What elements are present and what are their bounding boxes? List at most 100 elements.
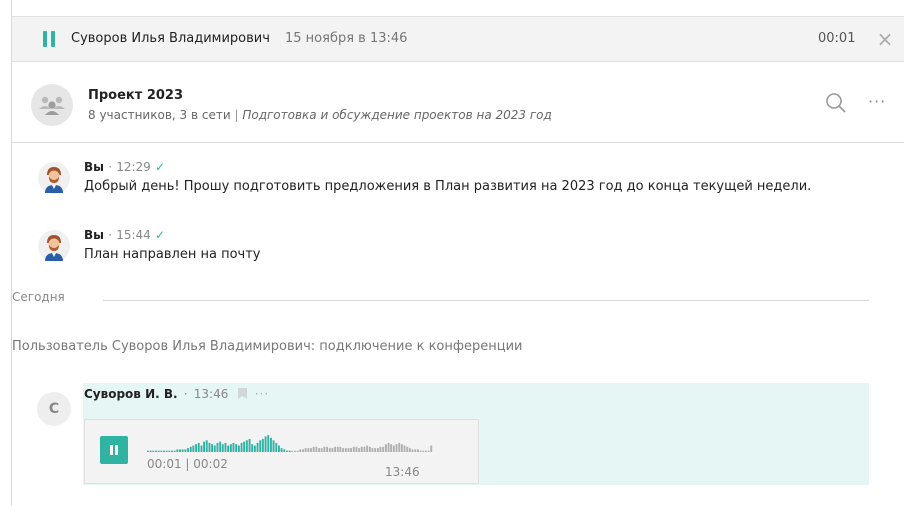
waveform-bar bbox=[331, 448, 334, 452]
message-time: 13:46 bbox=[193, 387, 229, 401]
waveform-bar bbox=[224, 442, 227, 452]
chat-window: Суворов Илья Владимирович 15 ноября в 13… bbox=[11, 0, 904, 506]
voice-player-bar: Суворов Илья Владимирович 15 ноября в 13… bbox=[12, 16, 904, 62]
day-separator: Сегодня bbox=[12, 290, 872, 308]
waveform-bar bbox=[235, 444, 238, 452]
waveform-bar bbox=[291, 450, 294, 452]
check-icon: ✓ bbox=[154, 160, 166, 174]
waveform-bar bbox=[422, 450, 425, 452]
chat-header: Проект 2023 8 участников, 3 в сети | Под… bbox=[12, 63, 904, 143]
waveform-bar bbox=[155, 450, 157, 452]
waveform-bar bbox=[390, 444, 393, 452]
waveform-bar bbox=[163, 450, 165, 452]
waveform-bar bbox=[168, 450, 171, 452]
chat-title[interactable]: Проект 2023 bbox=[88, 88, 183, 103]
waveform-bar bbox=[371, 448, 374, 452]
audio-player: 00:01 | 00:02 13:46 bbox=[84, 419, 479, 484]
waveform-bar bbox=[179, 449, 181, 452]
waveform-bar bbox=[240, 442, 243, 452]
waveform-bar bbox=[147, 450, 149, 452]
waveform-bar bbox=[229, 444, 232, 452]
waveform-bar bbox=[264, 436, 267, 452]
waveform-bar bbox=[387, 442, 390, 452]
waveform-bar bbox=[320, 448, 323, 452]
waveform-bar bbox=[203, 441, 205, 452]
more-icon[interactable]: ··· bbox=[255, 387, 269, 401]
pause-icon[interactable] bbox=[43, 31, 55, 47]
voice-progress: 00:01 | 00:02 bbox=[147, 457, 228, 471]
waveform-bar bbox=[208, 442, 211, 452]
waveform-bar bbox=[384, 444, 387, 452]
group-avatar-icon[interactable] bbox=[31, 84, 73, 126]
waveform-bar bbox=[363, 446, 366, 452]
waveform-bar bbox=[232, 442, 235, 452]
waveform-bar bbox=[336, 446, 339, 452]
waveform-bar bbox=[323, 446, 326, 452]
waveform-bar bbox=[310, 448, 312, 452]
waveform-bar bbox=[278, 445, 280, 452]
message-dot: · bbox=[183, 387, 188, 401]
waveform-bar bbox=[272, 440, 275, 452]
day-separator-label: Сегодня bbox=[12, 290, 73, 304]
bookmark-icon[interactable] bbox=[237, 388, 247, 399]
waveform-bar bbox=[352, 446, 355, 452]
waveform-bar bbox=[360, 446, 363, 452]
waveform-bar bbox=[259, 440, 262, 452]
waveform-bar bbox=[270, 437, 272, 452]
more-icon[interactable]: ··· bbox=[868, 91, 894, 115]
waveform-bar bbox=[253, 445, 256, 452]
waveform-bar bbox=[342, 448, 344, 452]
message-author-name[interactable]: Вы bbox=[84, 228, 104, 242]
waveform-bar bbox=[160, 450, 163, 452]
waveform-bar bbox=[176, 449, 179, 452]
waveform-bar bbox=[184, 449, 187, 452]
waveform-bar bbox=[200, 445, 203, 452]
voice-message-author: Суворов И. В. · 13:46 ··· bbox=[84, 387, 269, 401]
chat-members: 8 участников, 3 в сети bbox=[88, 108, 231, 122]
waveform-bar bbox=[165, 450, 168, 452]
waveform-bar bbox=[419, 450, 422, 452]
voice-author-name[interactable]: Суворов И. В. bbox=[84, 387, 178, 401]
message-text: Добрый день! Прошу подготовить предложен… bbox=[84, 179, 812, 194]
waveform-bar bbox=[211, 444, 213, 452]
waveform-bar bbox=[267, 435, 270, 452]
waveform-bar bbox=[187, 448, 189, 452]
day-separator-line bbox=[103, 300, 869, 301]
waveform-bar bbox=[411, 449, 414, 452]
waveform-bar bbox=[192, 445, 195, 452]
waveform-bar bbox=[326, 446, 328, 452]
user-avatar-icon[interactable] bbox=[37, 161, 71, 195]
waveform-bar bbox=[227, 445, 230, 452]
message-text: План направлен на почту bbox=[84, 247, 261, 262]
player-date: 15 ноября в 13:46 bbox=[285, 31, 408, 46]
waveform-bar bbox=[294, 450, 296, 452]
waveform-bar bbox=[171, 450, 173, 452]
waveform-bar bbox=[408, 448, 411, 452]
waveform-bar bbox=[256, 442, 259, 452]
waveform-bar bbox=[334, 446, 336, 452]
waveform-bar bbox=[205, 440, 208, 452]
waveform-bar bbox=[221, 444, 224, 452]
waveform-bar bbox=[251, 444, 254, 452]
user-avatar-icon[interactable] bbox=[37, 229, 71, 263]
message-dot: · bbox=[108, 228, 113, 242]
waveform-bar bbox=[288, 450, 291, 452]
player-sender-name[interactable]: Суворов Илья Владимирович bbox=[71, 31, 270, 46]
waveform-bar bbox=[296, 450, 299, 452]
waveform-bar bbox=[406, 446, 409, 452]
search-icon[interactable] bbox=[824, 91, 848, 115]
avatar[interactable]: С bbox=[37, 392, 71, 426]
close-icon[interactable]: × bbox=[873, 25, 897, 53]
message-author-name[interactable]: Вы bbox=[84, 160, 104, 174]
waveform-bar bbox=[358, 448, 361, 452]
waveform-bar bbox=[195, 444, 197, 452]
waveform-bar bbox=[181, 449, 184, 452]
waveform-bar bbox=[382, 446, 385, 452]
pause-button[interactable] bbox=[100, 436, 128, 464]
waveform-bar bbox=[245, 440, 248, 452]
system-message: Пользователь Суворов Илья Владимирович: … bbox=[12, 339, 523, 354]
waveform-bar bbox=[299, 449, 302, 452]
waveform[interactable] bbox=[147, 434, 433, 454]
waveform-bar bbox=[427, 450, 430, 452]
waveform-bar bbox=[350, 448, 352, 452]
